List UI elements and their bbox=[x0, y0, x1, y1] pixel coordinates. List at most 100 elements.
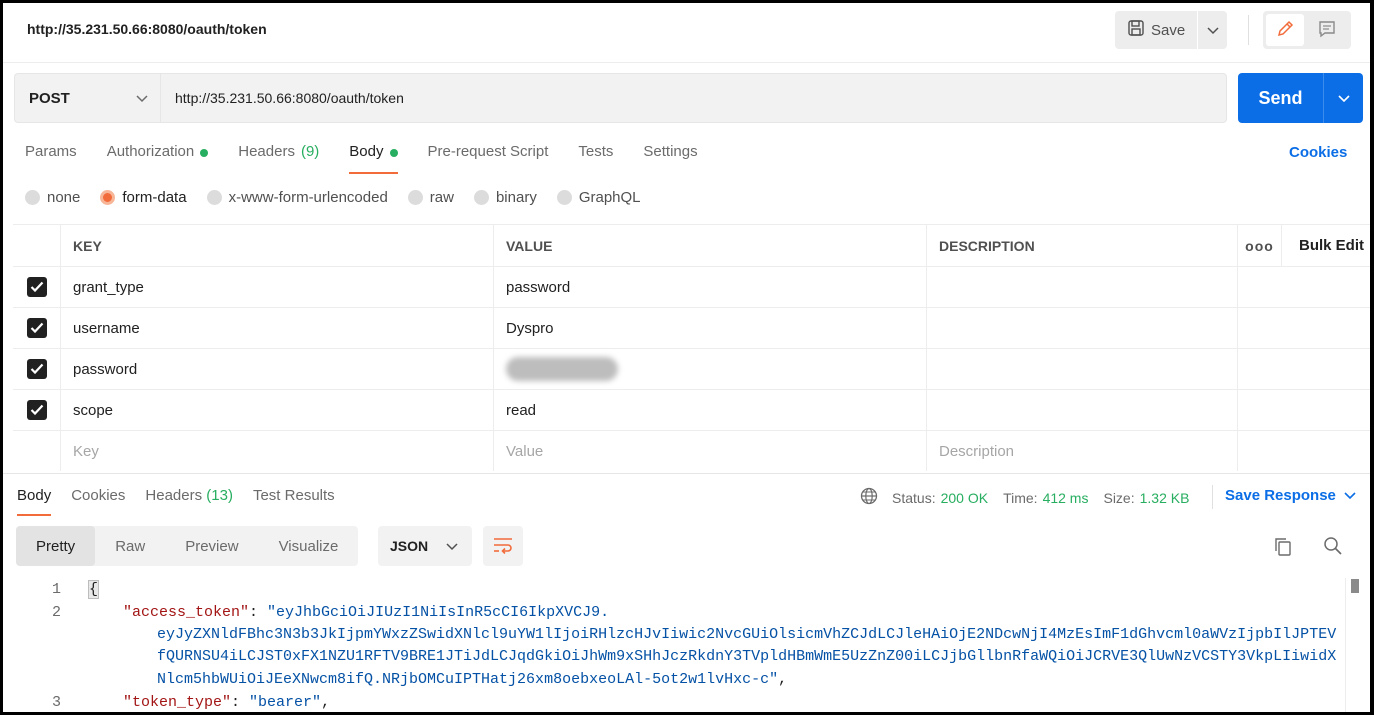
table-row-new: Key Value Description bbox=[13, 430, 1370, 471]
size-value[interactable]: 1.32 KB bbox=[1140, 490, 1190, 506]
send-dropdown-button[interactable] bbox=[1323, 73, 1363, 123]
value-input[interactable]: Value bbox=[494, 431, 927, 471]
response-tabs: Body Cookies Headers (13) Test Results bbox=[17, 487, 355, 517]
radio-circle-icon bbox=[407, 190, 423, 205]
key-cell[interactable]: password bbox=[61, 349, 494, 389]
key-cell[interactable]: username bbox=[61, 308, 494, 348]
view-preview-button[interactable]: Preview bbox=[165, 526, 258, 566]
tab-settings-label: Settings bbox=[643, 143, 698, 160]
pane-divider[interactable] bbox=[3, 473, 1370, 474]
save-response-button[interactable]: Save Response bbox=[1225, 487, 1356, 504]
bulk-edit-button[interactable]: Bulk Edit bbox=[1282, 225, 1370, 266]
value-cell[interactable]: Dyspro bbox=[494, 308, 927, 348]
tab-authorization[interactable]: Authorization bbox=[107, 143, 209, 175]
table-row: grant_type password bbox=[13, 266, 1370, 307]
edit-mode-button[interactable] bbox=[1266, 14, 1304, 46]
send-button-group: Send bbox=[1238, 73, 1363, 123]
method-label: POST bbox=[29, 89, 70, 107]
status-value[interactable]: 200 OK bbox=[941, 490, 988, 506]
description-input[interactable]: Description bbox=[927, 431, 1238, 471]
send-button[interactable]: Send bbox=[1238, 73, 1323, 123]
json-key: "access_token" bbox=[123, 604, 250, 621]
more-options-button[interactable]: ooo bbox=[1238, 225, 1282, 266]
url-input[interactable]: http://35.231.50.66:8080/oauth/token bbox=[160, 73, 1227, 123]
comments-button[interactable] bbox=[1308, 14, 1346, 46]
cookies-link[interactable]: Cookies bbox=[1289, 144, 1347, 161]
value-cell[interactable]: read bbox=[494, 390, 927, 430]
tab-headers[interactable]: Headers (9) bbox=[238, 143, 319, 175]
radio-form-data[interactable]: form-data bbox=[100, 189, 187, 206]
search-icon[interactable] bbox=[1322, 535, 1344, 560]
response-tab-body[interactable]: Body bbox=[17, 487, 52, 517]
request-tabs: Params Authorization Headers (9) Body Pre… bbox=[25, 143, 728, 175]
redacted-value bbox=[506, 357, 618, 381]
description-cell[interactable] bbox=[927, 349, 1238, 389]
view-visualize-button[interactable]: Visualize bbox=[259, 526, 359, 566]
table-row: username Dyspro bbox=[13, 307, 1370, 348]
tab-prerequest-label: Pre-request Script bbox=[427, 143, 549, 160]
value-cell[interactable]: password bbox=[494, 267, 927, 307]
time-label: Time: bbox=[1003, 489, 1038, 506]
checkbox-checked-icon[interactable] bbox=[26, 400, 47, 420]
tab-params[interactable]: Params bbox=[25, 143, 77, 175]
radio-none[interactable]: none bbox=[25, 189, 80, 206]
save-dropdown-button[interactable] bbox=[1197, 11, 1227, 49]
request-title[interactable]: http://35.231.50.66:8080/oauth/token bbox=[27, 21, 267, 37]
tab-prerequest-script[interactable]: Pre-request Script bbox=[428, 143, 549, 175]
response-headers-count: (13) bbox=[206, 487, 233, 504]
scrollbar-thumb[interactable] bbox=[1351, 579, 1359, 593]
radio-graphql[interactable]: GraphQL bbox=[556, 189, 641, 206]
chevron-down-icon bbox=[136, 90, 148, 106]
code-line-2-wrap: eyJyZXNldFBhc3N3b3JkIjpmYWxzZSwidXNlcl9u… bbox=[157, 624, 1336, 647]
description-cell[interactable] bbox=[927, 267, 1238, 307]
size-label: Size: bbox=[1103, 489, 1135, 506]
checkbox-checked-icon[interactable] bbox=[26, 277, 47, 297]
row-filler bbox=[1238, 308, 1370, 348]
value-cell[interactable] bbox=[494, 349, 927, 389]
key-cell[interactable]: scope bbox=[61, 390, 494, 430]
active-dot-icon bbox=[200, 149, 209, 157]
radio-circle-icon bbox=[206, 190, 222, 205]
tab-settings[interactable]: Settings bbox=[643, 143, 697, 175]
radio-raw[interactable]: raw bbox=[407, 189, 454, 206]
code-line-3: "token_type": "bearer", bbox=[123, 692, 330, 712]
json-sep: : bbox=[249, 604, 268, 621]
format-dropdown[interactable]: JSON bbox=[378, 526, 472, 566]
title-bar: http://35.231.50.66:8080/oauth/token Sav… bbox=[3, 3, 1370, 63]
tab-tests[interactable]: Tests bbox=[578, 143, 613, 175]
description-cell[interactable] bbox=[927, 308, 1238, 348]
response-meta: Status: 200 OK Time: 412 ms Size: 1.32 K… bbox=[860, 487, 1204, 508]
response-tab-headers[interactable]: Headers (13) bbox=[145, 487, 233, 517]
radio-label: none bbox=[47, 189, 81, 206]
response-tab-test-results[interactable]: Test Results bbox=[253, 487, 335, 517]
checkbox-checked-icon[interactable] bbox=[26, 359, 47, 379]
key-cell[interactable]: grant_type bbox=[61, 267, 494, 307]
json-string: fQURNSU4iLCJST0xFX1NZU1RFTV9BRE1JTiJdLCJ… bbox=[157, 648, 1337, 665]
view-raw-button[interactable]: Raw bbox=[95, 526, 165, 566]
time-value[interactable]: 412 ms bbox=[1043, 490, 1089, 506]
format-label: JSON bbox=[390, 538, 429, 554]
radio-circle-icon bbox=[473, 190, 489, 205]
globe-icon[interactable] bbox=[860, 487, 878, 508]
save-label: Save bbox=[1151, 21, 1186, 39]
save-button[interactable]: Save bbox=[1115, 11, 1197, 49]
body-type-radios: none form-data x-www-form-urlencoded raw… bbox=[25, 189, 661, 206]
row-filler bbox=[1238, 431, 1370, 471]
radio-binary[interactable]: binary bbox=[473, 189, 537, 206]
radio-label: form-data bbox=[122, 189, 187, 206]
chevron-down-icon bbox=[446, 538, 458, 554]
wrap-lines-button[interactable] bbox=[483, 526, 523, 566]
form-data-table: KEY VALUE DESCRIPTION ooo Bulk Edit gran… bbox=[13, 224, 1370, 471]
view-pretty-button[interactable]: Pretty bbox=[16, 526, 96, 566]
json-string: "eyJhbGciOiJIUzI1NiIsInR5cCI6IkpXVCJ9. bbox=[267, 604, 610, 621]
copy-icon[interactable] bbox=[1273, 536, 1293, 561]
radio-urlencoded[interactable]: x-www-form-urlencoded bbox=[206, 189, 388, 206]
key-input[interactable]: Key bbox=[61, 431, 494, 471]
tab-body[interactable]: Body bbox=[349, 143, 398, 175]
description-cell[interactable] bbox=[927, 390, 1238, 430]
row-checkbox-cell bbox=[13, 349, 61, 389]
checkbox-checked-icon[interactable] bbox=[26, 318, 47, 338]
method-select[interactable]: POST bbox=[14, 73, 160, 123]
response-tab-cookies[interactable]: Cookies bbox=[71, 487, 125, 517]
row-checkbox-cell bbox=[13, 390, 61, 430]
